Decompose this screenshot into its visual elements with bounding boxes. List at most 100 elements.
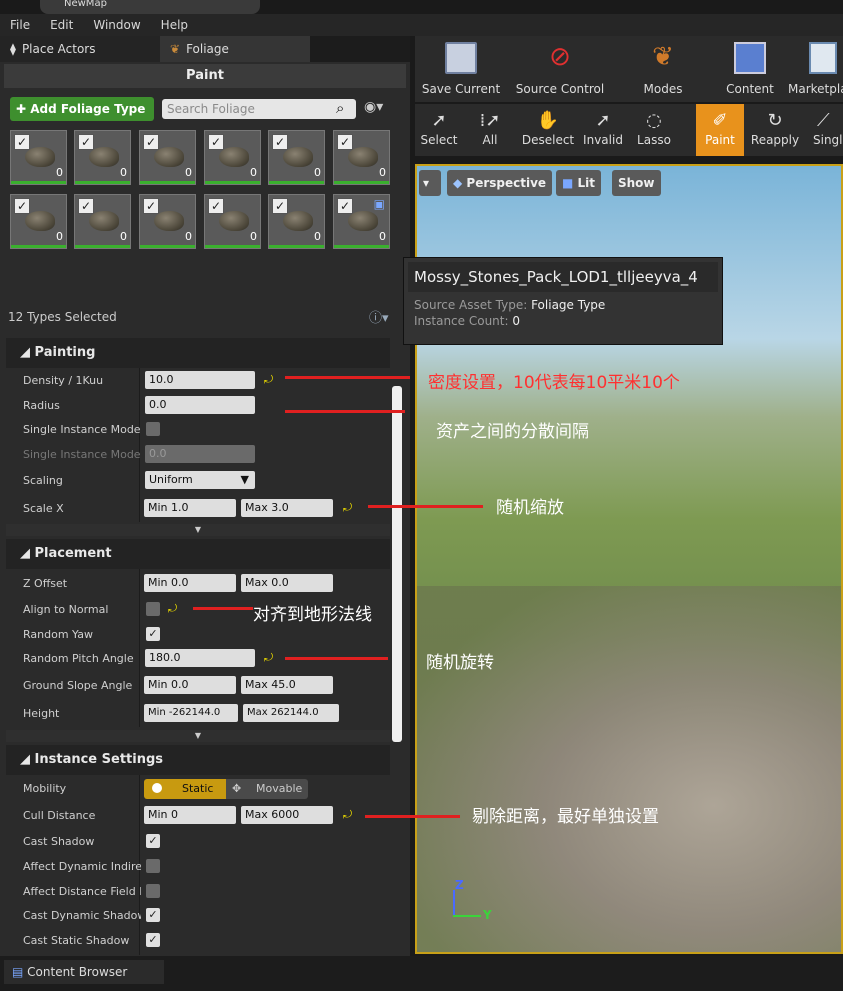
pitch-input[interactable]: 180.0 <box>145 649 255 667</box>
menu-edit[interactable]: Edit <box>40 18 83 32</box>
add-foliage-type-button[interactable]: ✚ Add Foliage Type ▾ <box>10 97 154 140</box>
scalex-max-input[interactable]: Max 3.0 <box>241 499 333 517</box>
deselect-tool[interactable]: ✋ Deselect <box>517 104 579 156</box>
align-checkbox[interactable] <box>146 602 160 616</box>
expand-advanced[interactable]: ▼ <box>6 524 390 536</box>
radius-input[interactable]: 0.0 <box>145 396 255 414</box>
reset-icon[interactable]: ⤾ <box>264 373 273 387</box>
section-instance-settings[interactable]: ◢ Instance Settings <box>6 745 390 775</box>
affect-dynamic-checkbox[interactable] <box>146 859 160 873</box>
cull-max-input[interactable]: Max 6000 <box>241 806 333 824</box>
reset-icon[interactable]: ⤾ <box>168 602 177 616</box>
affect-distance-checkbox[interactable] <box>146 884 160 898</box>
source-control-button[interactable]: ⊘ Source Control <box>505 36 615 102</box>
viewport-menu-button[interactable]: ▾ <box>419 170 441 196</box>
menu-file[interactable]: File <box>0 18 40 32</box>
reset-icon[interactable]: ⤾ <box>343 501 352 515</box>
foliage-tile[interactable]: ✓ 0 <box>268 194 325 249</box>
lasso-tool[interactable]: ◌ Lasso <box>629 104 679 156</box>
tab-place-actors[interactable]: ⧫ Place Actors <box>0 36 160 62</box>
foliage-tile[interactable]: ✓ 0 <box>333 130 390 185</box>
cull-row: Cull Distance Min 0 Max 6000 ⤾ <box>6 803 390 828</box>
tile-bar <box>140 181 195 184</box>
check-icon[interactable]: ✓ <box>78 134 94 150</box>
check-icon[interactable]: ✓ <box>143 134 159 150</box>
check-icon[interactable]: ✓ <box>337 198 353 214</box>
zoffset-min-input[interactable]: Min 0.0 <box>144 574 236 592</box>
scalex-min-input[interactable]: Min 1.0 <box>144 499 236 517</box>
single-label: Single <box>813 133 843 147</box>
affect-distance-label: Affect Distance Field Li <box>23 885 141 898</box>
check-icon[interactable]: ✓ <box>78 198 94 214</box>
cull-min-input[interactable]: Min 0 <box>144 806 236 824</box>
expand-advanced[interactable]: ▼ <box>6 730 390 742</box>
check-icon[interactable]: ✓ <box>143 198 159 214</box>
content-button[interactable]: Content <box>715 36 785 102</box>
check-icon[interactable]: ✓ <box>272 198 288 214</box>
check-icon[interactable]: ✓ <box>337 134 353 150</box>
check-icon[interactable]: ✓ <box>208 134 224 150</box>
save-current-button[interactable]: Save Current <box>419 36 503 102</box>
section-placement[interactable]: ◢ Placement <box>6 539 390 569</box>
paint-header[interactable]: Paint <box>4 64 406 88</box>
foliage-tile[interactable]: ✓ 0 <box>74 194 131 249</box>
foliage-tile[interactable]: ✓ 0 <box>204 194 261 249</box>
cube-icon: ■ <box>562 176 578 190</box>
check-icon[interactable]: ✓ <box>208 198 224 214</box>
menu-window[interactable]: Window <box>83 18 150 32</box>
search-icon[interactable]: ⌕ <box>336 99 344 117</box>
check-icon[interactable]: ✓ <box>14 198 30 214</box>
zoffset-max-input[interactable]: Max 0.0 <box>241 574 333 592</box>
invalid-tool[interactable]: ➚ Invalid <box>581 104 625 156</box>
eye-icon[interactable]: ◉▾ <box>364 99 383 115</box>
single-instance-checkbox[interactable] <box>146 422 160 436</box>
foliage-tile[interactable]: ✓ 0 <box>139 130 196 185</box>
random-yaw-checkbox[interactable]: ✓ <box>146 627 160 641</box>
foliage-tile[interactable]: ✓ 0 <box>10 194 67 249</box>
section-painting[interactable]: ◢ Painting <box>6 338 390 368</box>
search-foliage-input[interactable]: Search Foliage <box>162 99 356 119</box>
tab-foliage[interactable]: ❦ Foliage <box>160 36 310 62</box>
cast-dynamic-checkbox[interactable]: ✓ <box>146 908 160 922</box>
foliage-tile[interactable]: ✓ 0 <box>268 130 325 185</box>
foliage-tile[interactable]: ✓ 0 <box>10 130 67 185</box>
info-icon[interactable]: ⓘ▾ <box>369 307 389 326</box>
marketplace-button[interactable]: Marketplace <box>785 36 843 102</box>
scrollbar[interactable] <box>392 386 402 742</box>
mobility-movable-button[interactable]: ✥ Movable <box>226 779 308 799</box>
select-tool[interactable]: ➚ Select <box>415 104 463 156</box>
reapply-tool[interactable]: ↻ Reapply <box>747 104 803 156</box>
save-icon[interactable]: ▣ <box>374 197 385 211</box>
reset-icon[interactable]: ⤾ <box>343 808 352 822</box>
reset-icon[interactable]: ⤾ <box>264 651 273 665</box>
height-min-input[interactable]: Min -262144.0 <box>144 704 238 722</box>
map-tab[interactable]: NewMap <box>40 0 260 14</box>
content-browser-tab[interactable]: ▤ Content Browser <box>4 960 164 984</box>
all-tool[interactable]: ⁞➚ All <box>467 104 513 156</box>
rock-thumbnail <box>348 211 378 231</box>
menu-help[interactable]: Help <box>151 18 198 32</box>
slope-min-input[interactable]: Min 0.0 <box>144 676 236 694</box>
slope-max-input[interactable]: Max 45.0 <box>241 676 333 694</box>
density-input[interactable]: 10.0 <box>145 371 255 389</box>
cast-static-checkbox[interactable]: ✓ <box>146 933 160 947</box>
tile-bar <box>269 181 324 184</box>
height-max-input[interactable]: Max 262144.0 <box>243 704 339 722</box>
paint-tool[interactable]: ✐ Paint <box>696 104 744 156</box>
lit-button[interactable]: ■ Lit <box>556 170 602 196</box>
foliage-tile[interactable]: ✓ 0 <box>74 130 131 185</box>
tile-count: 0 <box>56 166 63 179</box>
foliage-tile[interactable]: ✓ 0 ▣ <box>333 194 390 249</box>
cast-shadow-checkbox[interactable]: ✓ <box>146 834 160 848</box>
modes-button[interactable]: ❦ Modes <box>627 36 699 102</box>
perspective-button[interactable]: ◆ Perspective <box>447 170 553 196</box>
single-tool[interactable]: ⟋ Single <box>809 104 843 156</box>
foliage-tile[interactable]: ✓ 0 <box>204 130 261 185</box>
scaling-select[interactable]: Uniform ▼ <box>145 471 255 489</box>
show-button[interactable]: Show <box>612 170 661 196</box>
mobility-static-button[interactable]: Static <box>144 779 226 799</box>
check-icon[interactable]: ✓ <box>14 134 30 150</box>
check-icon[interactable]: ✓ <box>272 134 288 150</box>
foliage-tile[interactable]: ✓ 0 <box>139 194 196 249</box>
zoffset-label: Z Offset <box>23 577 68 590</box>
